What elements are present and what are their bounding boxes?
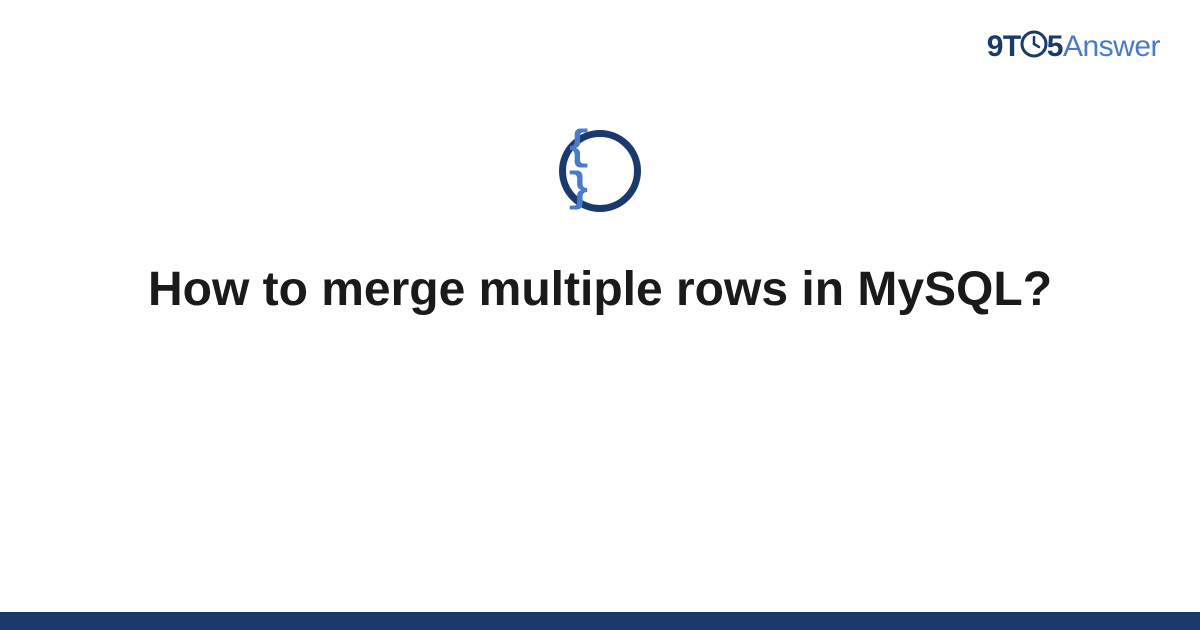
main-content: { } How to merge multiple rows in MySQL?: [0, 130, 1200, 320]
brand-part-answer: Answer: [1063, 30, 1160, 63]
brand-logo: 9T 5Answer: [987, 28, 1160, 64]
question-title: How to merge multiple rows in MySQL?: [148, 260, 1052, 320]
code-braces-icon: { }: [566, 127, 634, 211]
clock-icon: [1020, 30, 1048, 58]
brand-part-5: 5: [1047, 30, 1063, 63]
brand-part-9t: 9T: [987, 30, 1021, 63]
category-badge: { }: [559, 130, 641, 212]
footer-accent-bar: [0, 612, 1200, 630]
